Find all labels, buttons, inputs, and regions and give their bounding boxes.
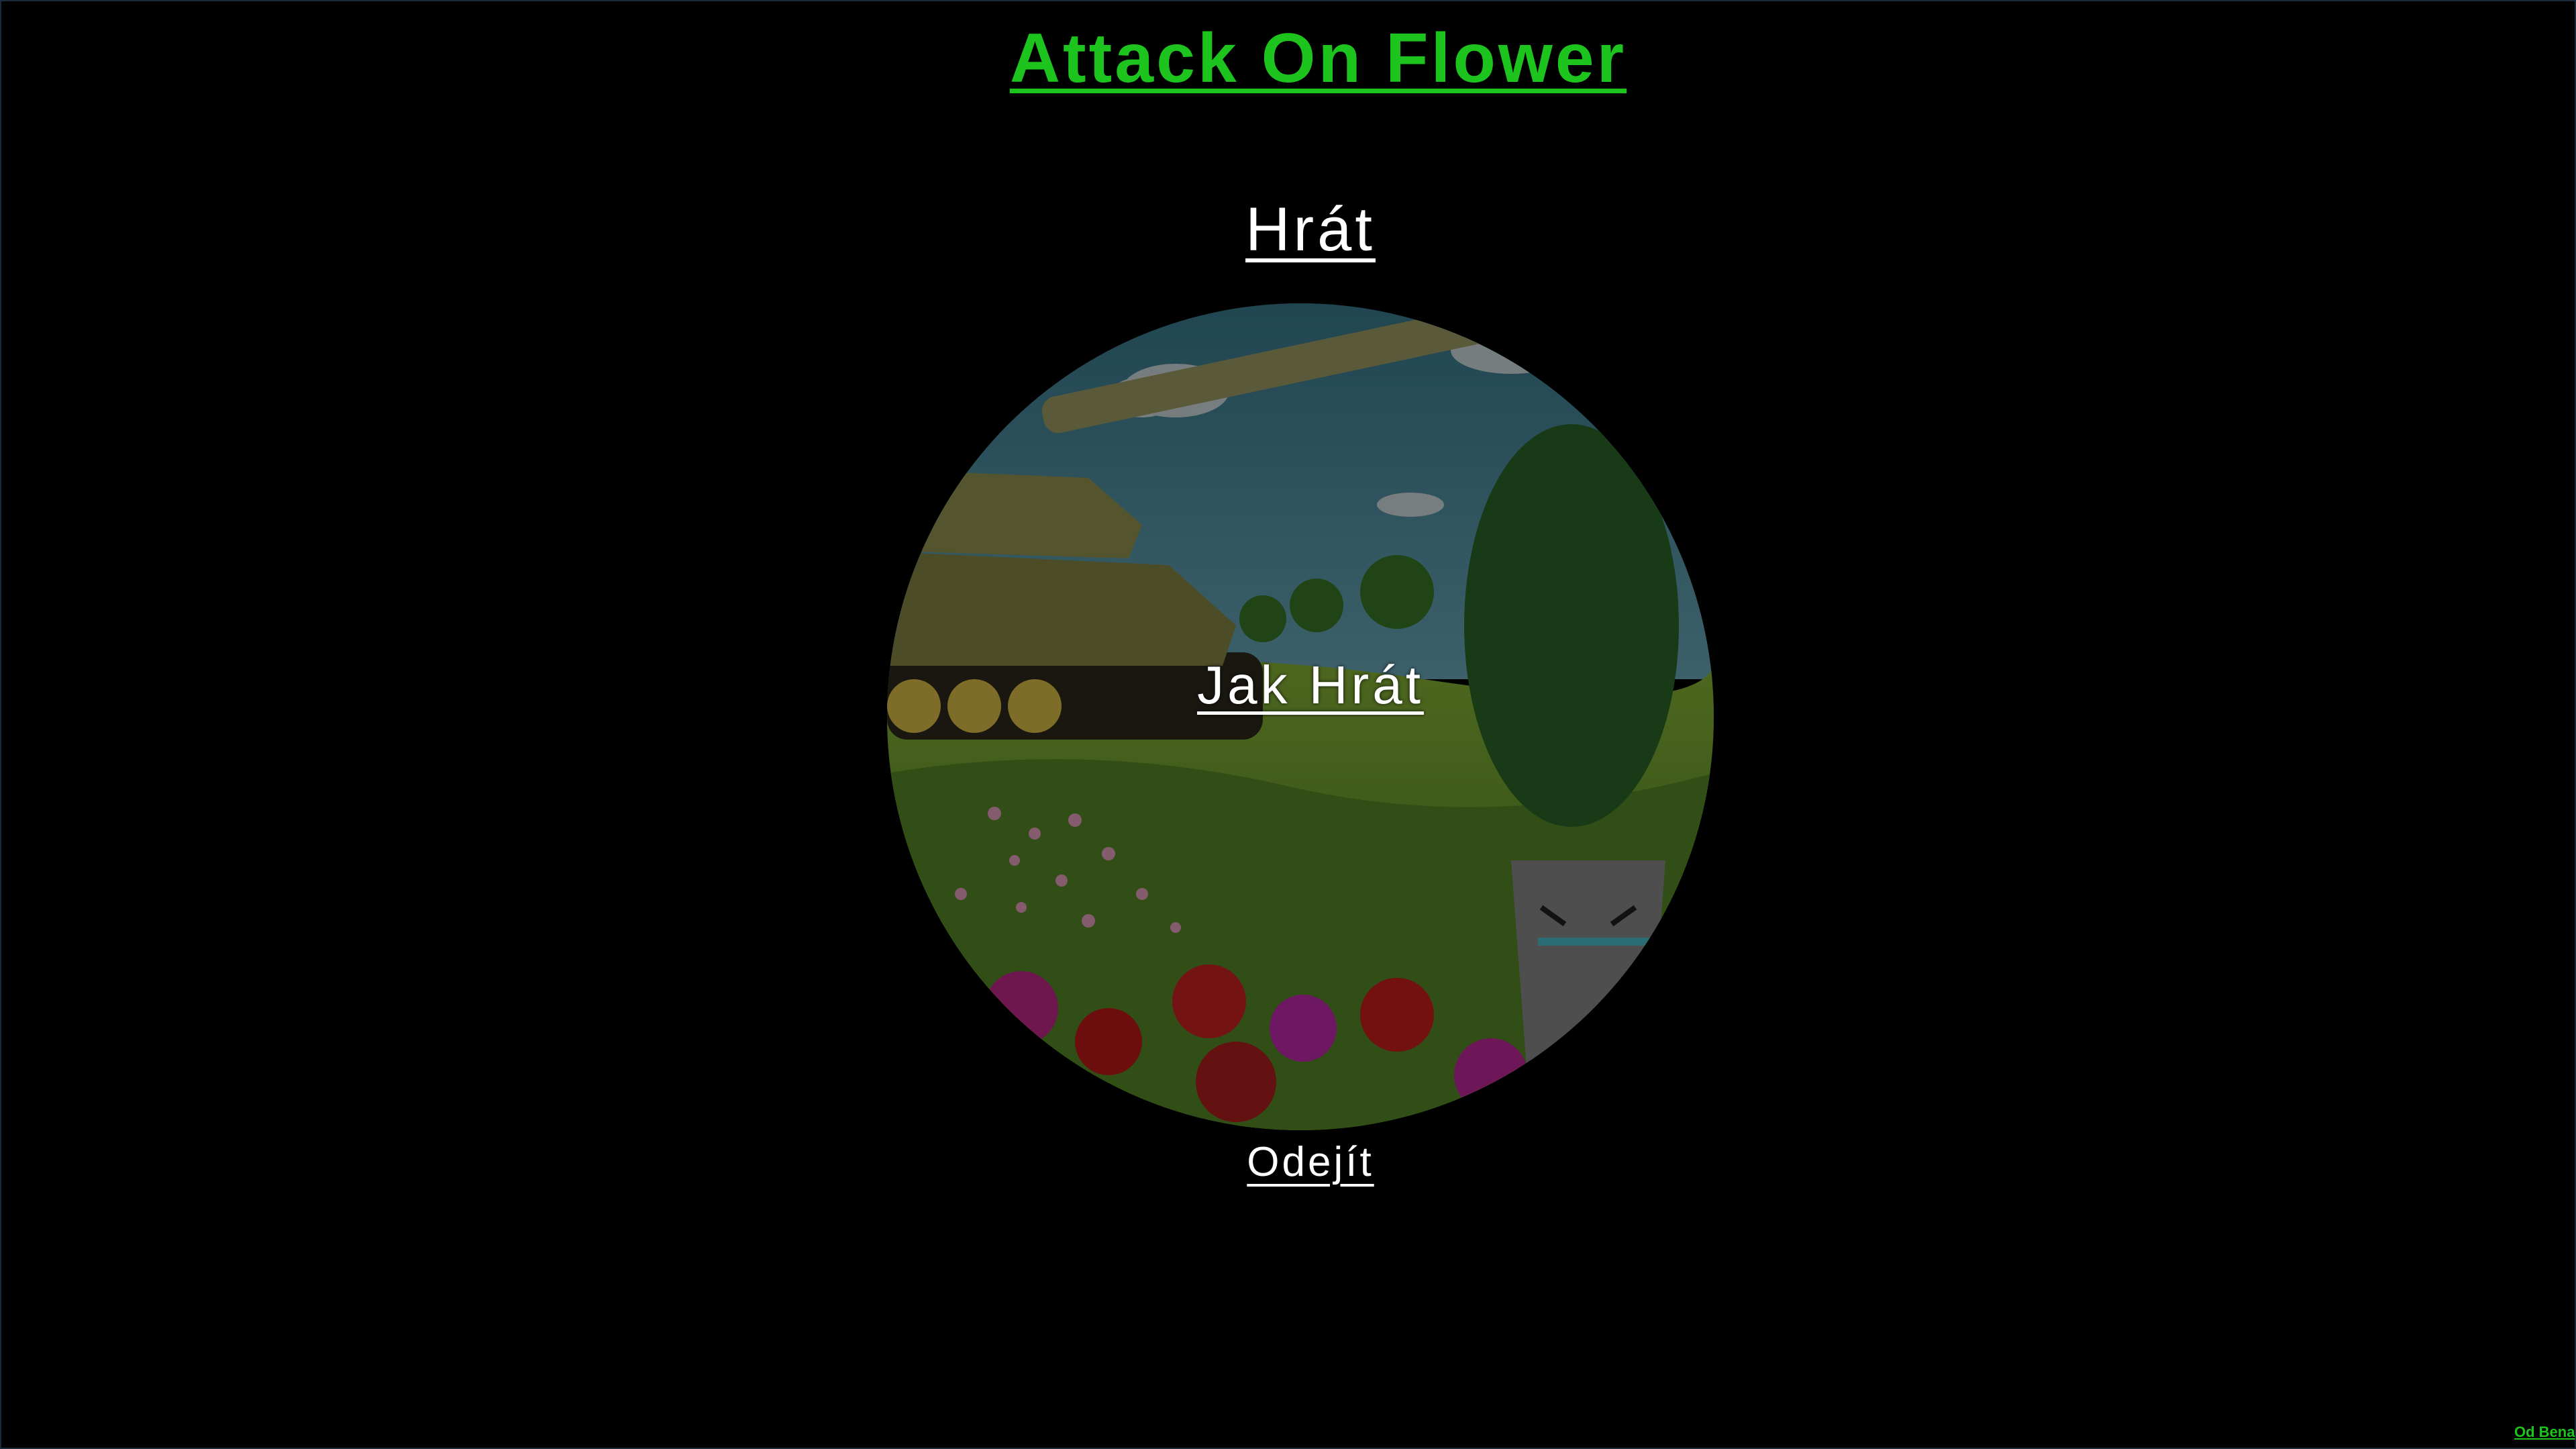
- artwork-dim-overlay: [887, 303, 1714, 1130]
- title-artwork: [887, 303, 1714, 1130]
- play-button[interactable]: Hrát: [0, 195, 2576, 265]
- exit-button[interactable]: Odejít: [0, 1138, 2576, 1186]
- game-title: Attack On Flower: [1009, 19, 1627, 97]
- how-to-play-button[interactable]: Jak Hrát: [0, 654, 2576, 716]
- author-credit-link[interactable]: Od Bena: [2514, 1423, 2576, 1441]
